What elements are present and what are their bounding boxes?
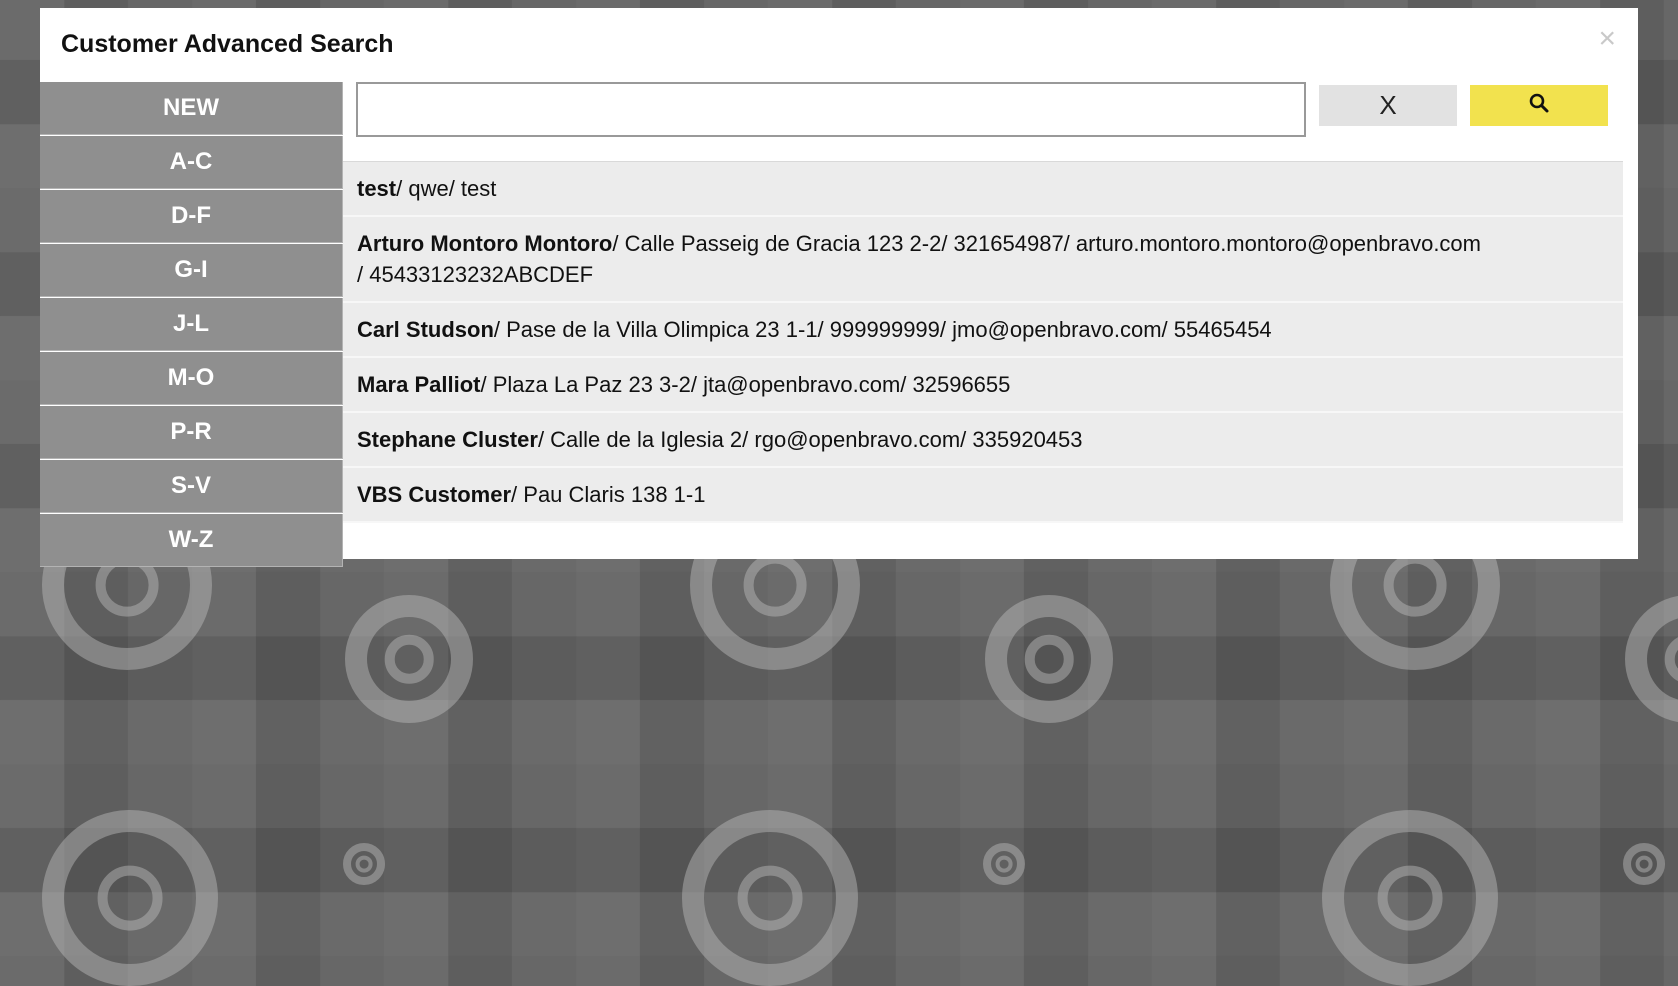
- customer-name: Carl Studson: [357, 317, 494, 342]
- search-input[interactable]: [356, 82, 1306, 137]
- customer-row[interactable]: Mara Palliot/ Plaza La Paz 23 3-2/ jta@o…: [343, 358, 1623, 413]
- filter-p-r-button[interactable]: P-R: [40, 406, 343, 459]
- background-logo-icon: [42, 810, 218, 986]
- customer-details: / Calle de la Iglesia 2/ rgo@openbravo.c…: [537, 427, 1083, 452]
- background-logo-icon: [1322, 810, 1498, 986]
- filter-j-l-button[interactable]: J-L: [40, 298, 343, 351]
- background-logo-icon: [345, 595, 473, 723]
- dialog-title: Customer Advanced Search: [61, 30, 394, 58]
- customer-name: test: [357, 176, 397, 201]
- customer-name: VBS Customer: [357, 482, 512, 507]
- clear-icon: X: [1379, 90, 1397, 120]
- customer-row[interactable]: Stephane Cluster/ Calle de la Iglesia 2/…: [343, 413, 1623, 468]
- customer-advanced-search-dialog: Customer Advanced Search × NEW A-C D-F G…: [40, 8, 1638, 567]
- background-logo-icon: [985, 595, 1113, 723]
- background-logo-icon: [983, 843, 1025, 885]
- filter-a-c-button[interactable]: A-C: [40, 136, 343, 189]
- background-logo-icon: [1623, 843, 1665, 885]
- alphabet-filter-sidebar: NEW A-C D-F G-I J-L M-O P-R S-V W-Z: [40, 82, 343, 568]
- customer-row[interactable]: VBS Customer/ Pau Claris 138 1-1: [343, 468, 1623, 523]
- search-button[interactable]: [1470, 85, 1608, 126]
- customer-name: Mara Palliot: [357, 372, 481, 397]
- clear-search-button[interactable]: X: [1319, 85, 1457, 126]
- customer-name: Stephane Cluster: [357, 427, 538, 452]
- customer-row[interactable]: test/ qwe/ test: [343, 162, 1623, 217]
- filter-s-v-button[interactable]: S-V: [40, 460, 343, 513]
- customer-details: / Pase de la Villa Olimpica 23 1-1/ 9999…: [493, 317, 1272, 342]
- customer-details: / Plaza La Paz 23 3-2/ jta@openbravo.com…: [480, 372, 1011, 397]
- filter-new-button[interactable]: NEW: [40, 82, 343, 135]
- customer-details-continued: / 45433123232ABCDEF: [357, 262, 594, 287]
- filter-g-i-button[interactable]: G-I: [40, 244, 343, 297]
- customer-name: Arturo Montoro Montoro: [357, 231, 613, 256]
- customer-results-list: test/ qwe/ test Arturo Montoro Montoro/ …: [343, 161, 1623, 523]
- background-logo-icon: [1625, 595, 1678, 723]
- filter-m-o-button[interactable]: M-O: [40, 352, 343, 405]
- close-icon[interactable]: ×: [1598, 24, 1616, 54]
- customer-details: / Calle Passeig de Gracia 123 2-2/ 32165…: [612, 231, 1481, 256]
- background-logo-icon: [343, 843, 385, 885]
- filter-w-z-button[interactable]: W-Z: [40, 514, 343, 567]
- customer-row[interactable]: Carl Studson/ Pase de la Villa Olimpica …: [343, 303, 1623, 358]
- customer-details: / Pau Claris 138 1-1: [511, 482, 706, 507]
- customer-details: / qwe/ test: [396, 176, 497, 201]
- filter-d-f-button[interactable]: D-F: [40, 190, 343, 243]
- customer-row[interactable]: Arturo Montoro Montoro/ Calle Passeig de…: [343, 217, 1623, 303]
- background-logo-icon: [682, 810, 858, 986]
- search-icon: [1528, 92, 1550, 119]
